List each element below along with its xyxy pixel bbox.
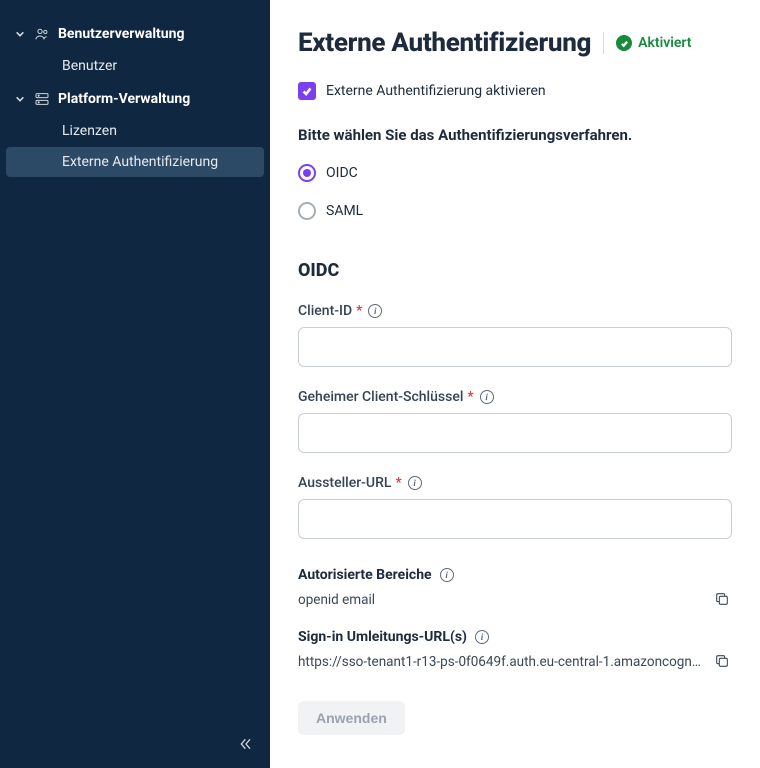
- nav-group-benutzerverwaltung: Benutzerverwaltung Benutzer: [0, 18, 270, 81]
- issuer-url-label: Aussteller-URL * i: [298, 475, 732, 491]
- info-icon[interactable]: i: [480, 390, 494, 404]
- redirect-label-text: Sign-in Umleitungs-URL(s): [298, 629, 467, 645]
- scopes-label: Autorisierte Bereiche i: [298, 567, 732, 583]
- check-circle-icon: [616, 35, 632, 51]
- redirect-value: https://sso-tenant1-r13-ps-0f0649f.auth.…: [298, 654, 702, 670]
- status-badge: Aktiviert: [616, 35, 691, 51]
- redirect-row: https://sso-tenant1-r13-ps-0f0649f.auth.…: [298, 653, 732, 671]
- redirect-label: Sign-in Umleitungs-URL(s) i: [298, 629, 732, 645]
- client-secret-input[interactable]: [298, 413, 732, 453]
- sidebar-item-label: Externe Authentifizierung: [62, 154, 218, 170]
- nav-header-label: Benutzerverwaltung: [58, 26, 184, 42]
- issuer-url-input[interactable]: [298, 499, 732, 539]
- enable-checkbox-row[interactable]: Externe Authentifizierung aktivieren: [298, 82, 732, 100]
- nav-header-label: Platform-Verwaltung: [58, 91, 190, 107]
- sidebar-item-externe-authentifizierung[interactable]: Externe Authentifizierung: [6, 147, 264, 177]
- scopes-row: openid email: [298, 591, 732, 609]
- sidebar-item-label: Benutzer: [62, 58, 117, 74]
- radio-saml[interactable]: SAML: [298, 202, 732, 220]
- oidc-section-title: OIDC: [298, 260, 732, 281]
- client-id-label: Client-ID * i: [298, 303, 732, 319]
- collapse-sidebar-button[interactable]: [238, 736, 254, 756]
- sidebar-item-benutzer[interactable]: Benutzer: [6, 51, 264, 81]
- client-secret-label: Geheimer Client-Schlüssel * i: [298, 389, 732, 405]
- chevron-down-icon: [14, 28, 26, 40]
- radio-oidc-input[interactable]: [298, 164, 316, 182]
- main-content: Externe Authentifizierung Aktiviert Exte…: [270, 0, 760, 768]
- client-id-input[interactable]: [298, 327, 732, 367]
- required-marker: *: [467, 389, 473, 405]
- scopes-value: openid email: [298, 592, 702, 608]
- copy-scopes-button[interactable]: [714, 591, 732, 609]
- method-prompt: Bitte wählen Sie das Authentifizierungsv…: [298, 126, 732, 144]
- enable-checkbox[interactable]: [298, 82, 316, 100]
- required-marker: *: [395, 475, 401, 491]
- chevron-down-icon: [14, 93, 26, 105]
- info-icon[interactable]: i: [475, 630, 489, 644]
- radio-saml-input[interactable]: [298, 202, 316, 220]
- page-title: Externe Authentifizierung: [298, 28, 591, 58]
- client-secret-label-text: Geheimer Client-Schlüssel: [298, 389, 463, 405]
- client-id-label-text: Client-ID: [298, 303, 352, 319]
- sidebar-item-lizenzen[interactable]: Lizenzen: [6, 116, 264, 146]
- info-icon[interactable]: i: [408, 476, 422, 490]
- radio-saml-label: SAML: [326, 203, 363, 219]
- nav-header-platform-verwaltung[interactable]: Platform-Verwaltung: [0, 83, 270, 115]
- issuer-url-label-text: Aussteller-URL: [298, 475, 391, 491]
- info-icon[interactable]: i: [440, 568, 454, 582]
- server-icon: [34, 91, 50, 107]
- radio-oidc-label: OIDC: [326, 165, 358, 181]
- apply-button[interactable]: Anwenden: [298, 701, 405, 735]
- title-row: Externe Authentifizierung Aktiviert: [298, 28, 732, 58]
- radio-oidc[interactable]: OIDC: [298, 164, 732, 182]
- sidebar: Benutzerverwaltung Benutzer Platform-Ver…: [0, 0, 270, 768]
- nav-group-platform-verwaltung: Platform-Verwaltung Lizenzen Externe Aut…: [0, 83, 270, 177]
- copy-redirect-button[interactable]: [714, 653, 732, 671]
- scopes-label-text: Autorisierte Bereiche: [298, 567, 432, 583]
- sidebar-item-label: Lizenzen: [62, 123, 117, 139]
- required-marker: *: [356, 303, 362, 319]
- users-icon: [34, 26, 50, 42]
- nav-header-benutzerverwaltung[interactable]: Benutzerverwaltung: [0, 18, 270, 50]
- enable-checkbox-label: Externe Authentifizierung aktivieren: [326, 83, 546, 99]
- info-icon[interactable]: i: [368, 304, 382, 318]
- divider: [603, 32, 604, 54]
- status-label: Aktiviert: [638, 35, 691, 51]
